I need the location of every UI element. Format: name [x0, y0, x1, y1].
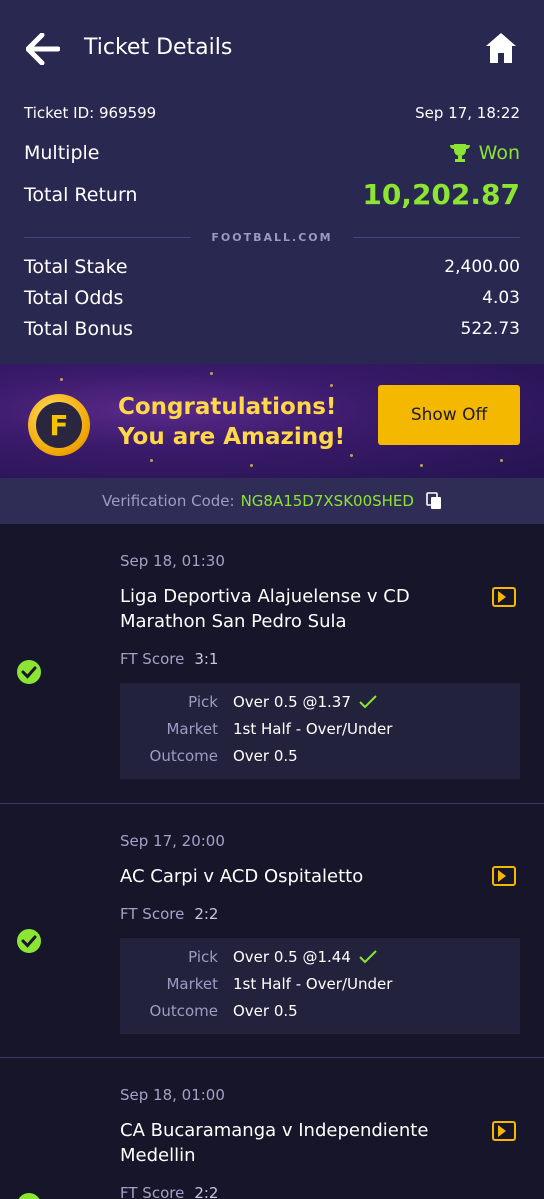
match-tracker-icon[interactable]: [492, 866, 516, 886]
match-tracker-icon[interactable]: [492, 1121, 516, 1141]
brand-logo: FOOTBALL.COM: [211, 230, 333, 244]
home-icon[interactable]: [484, 31, 518, 65]
total-return-value: 10,202.87: [362, 178, 520, 211]
congrats-line1: Congratulations!: [118, 394, 337, 420]
pick-value: Over 0.5 @1.37: [233, 693, 351, 711]
total-return-label: Total Return: [24, 183, 138, 206]
match-date: Sep 17, 20:00: [120, 832, 225, 850]
verification-bar: Verification Code: NG8A15D7XSK00SHED: [0, 478, 544, 524]
match-name: AC Carpi v ACD Ospitaletto: [120, 866, 364, 887]
match-name: Liga Deportiva Alajuelense v CD Marathon…: [120, 586, 410, 632]
match-tracker-icon[interactable]: [492, 587, 516, 607]
congrats-line2: You are Amazing!: [118, 424, 346, 450]
match-date: Sep 18, 01:30: [120, 552, 225, 570]
ticket-datetime: Sep 17, 18:22: [415, 104, 520, 122]
check-circle-icon: [17, 660, 41, 684]
total-stake-value: 2,400.00: [444, 257, 520, 277]
total-bonus-label: Total Bonus: [24, 318, 134, 340]
total-bonus-value: 522.73: [460, 319, 520, 339]
ticket-id: Ticket ID: 969599: [24, 104, 157, 122]
outcome-value: Over 0.5: [233, 747, 298, 765]
selection-details: Pick Over 0.5 @1.37 Market 1st Half - Ov…: [120, 683, 520, 779]
check-circle-icon: [17, 929, 41, 953]
check-circle-icon: [18, 1193, 40, 1199]
status-label: Won: [478, 142, 520, 164]
copy-icon[interactable]: [426, 492, 442, 510]
arrow-left-icon[interactable]: [26, 33, 60, 65]
total-stake-label: Total Stake: [24, 256, 128, 278]
congrats-text: Congratulations! You are Amazing!: [118, 392, 345, 452]
score-value: 2:2: [194, 905, 219, 923]
score-value: 2:2: [194, 1184, 219, 1199]
total-odds-value: 4.03: [482, 288, 520, 308]
ticket-summary: Ticket ID: 969599 Sep 17, 18:22 Multiple…: [0, 82, 544, 364]
market-value: 1st Half - Over/Under: [233, 720, 393, 738]
verification-code: NG8A15D7XSK00SHED: [240, 492, 414, 510]
page-title: Ticket Details: [84, 35, 233, 60]
selection-item: Sep 18, 01:00 CA Bucaramanga v Independi…: [0, 1058, 544, 1199]
brand-coin-icon: F: [28, 394, 90, 456]
show-off-button[interactable]: Show Off: [378, 385, 520, 445]
ticket-type: Multiple: [24, 142, 100, 164]
selection-item: Sep 18, 01:30 Liga Deportiva Alajuelense…: [0, 524, 544, 803]
match-name: CA Bucaramanga v Independiente Medellin: [120, 1120, 429, 1166]
market-value: 1st Half - Over/Under: [233, 975, 393, 993]
status-badge: Won: [449, 142, 520, 164]
verification-label: Verification Code:: [102, 492, 235, 510]
outcome-value: Over 0.5: [233, 1002, 298, 1020]
trophy-icon: [449, 144, 470, 162]
checkmark-icon: [359, 695, 377, 709]
selection-details: Pick Over 0.5 @1.44 Market 1st Half - Ov…: [120, 938, 520, 1034]
total-odds-label: Total Odds: [24, 287, 124, 309]
ft-score: FT Score 2:2: [120, 1184, 218, 1199]
ft-score: FT Score 2:2: [120, 905, 219, 923]
brand-divider: FOOTBALL.COM: [24, 228, 520, 246]
checkmark-icon: [359, 950, 377, 964]
ft-score: FT Score 3:1: [120, 650, 219, 668]
pick-value: Over 0.5 @1.44: [233, 948, 351, 966]
match-date: Sep 18, 01:00: [120, 1086, 225, 1104]
score-value: 3:1: [194, 650, 219, 668]
selection-item: Sep 17, 20:00 AC Carpi v ACD Ospitaletto…: [0, 804, 544, 1057]
